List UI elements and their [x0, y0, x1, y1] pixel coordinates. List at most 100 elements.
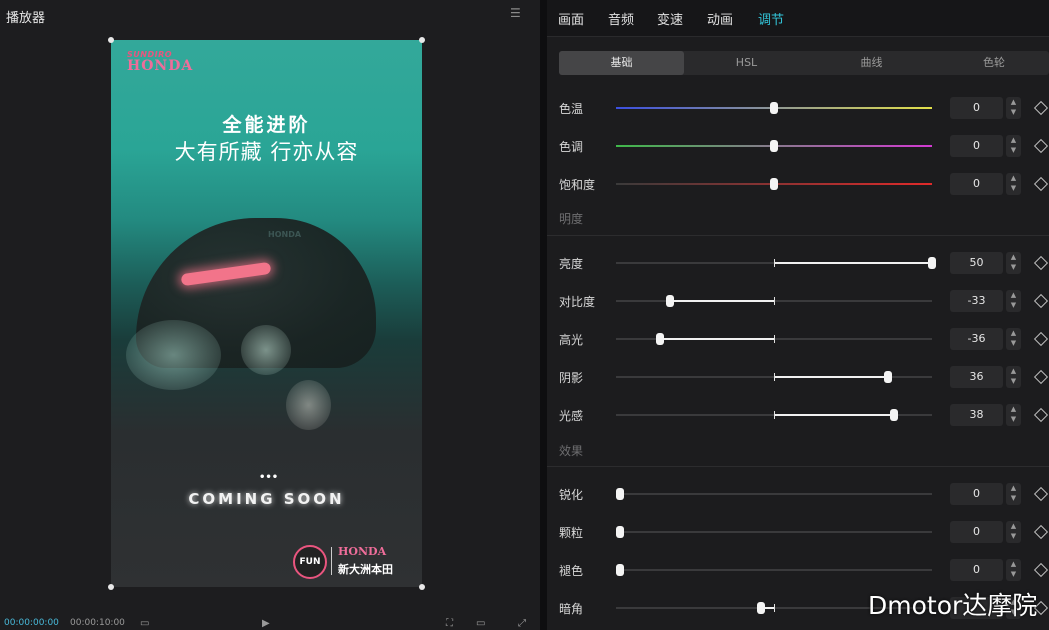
fullscreen-icon[interactable]: ⤢ — [518, 618, 526, 629]
resize-handle[interactable] — [108, 584, 114, 590]
value-input[interactable]: 0 — [950, 521, 1003, 543]
stepper-icon[interactable]: ▲ ▼ — [1006, 173, 1021, 195]
stepper-icon[interactable]: ▲ ▼ — [1006, 521, 1021, 543]
player-title: 播放器 — [6, 11, 46, 26]
adjust-label: 对比度 — [559, 295, 596, 309]
keyframe-diamond-icon[interactable] — [1033, 293, 1049, 309]
keyframe-diamond-icon[interactable] — [1033, 100, 1049, 116]
keyframe-diamond-icon[interactable] — [1033, 138, 1049, 154]
adjust-label: 饱和度 — [559, 178, 596, 192]
slider-center-tick — [774, 411, 775, 419]
section-divider — [547, 235, 1049, 236]
slider-knob[interactable] — [890, 409, 899, 421]
tab-adjust[interactable]: 调节 — [758, 9, 784, 28]
crop-icon[interactable]: ⛶ — [446, 618, 453, 629]
slider-fill — [774, 262, 932, 264]
slider-center-tick — [774, 373, 775, 381]
keyframe-diamond-icon[interactable] — [1033, 407, 1049, 423]
slider-center-tick — [774, 335, 775, 343]
slider-knob[interactable] — [665, 295, 674, 307]
value-input[interactable]: 0 — [950, 173, 1003, 195]
subtab-color-wheel[interactable]: 色轮 — [934, 51, 1049, 75]
keyframe-diamond-icon[interactable] — [1033, 369, 1049, 385]
highlight-glow — [286, 380, 331, 430]
slider-track[interactable] — [616, 569, 932, 571]
total-time: 00:00:10:00 — [70, 618, 125, 628]
value-input[interactable]: 50 — [950, 252, 1003, 274]
slider-knob[interactable] — [883, 371, 892, 383]
panel-divider[interactable] — [540, 0, 547, 630]
play-icon[interactable]: ▶ — [262, 618, 270, 629]
keyframe-diamond-icon[interactable] — [1033, 331, 1049, 347]
adjust-label: 色调 — [559, 140, 584, 154]
value-input[interactable]: 0 — [950, 483, 1003, 505]
resize-handle[interactable] — [419, 584, 425, 590]
slider-knob[interactable] — [770, 178, 778, 190]
keyframe-diamond-icon[interactable] — [1033, 176, 1049, 192]
stepper-icon[interactable]: ▲ ▼ — [1006, 559, 1021, 581]
value-input[interactable]: 0 — [950, 559, 1003, 581]
stepper-icon[interactable]: ▲ ▼ — [1006, 135, 1021, 157]
stepper-icon[interactable]: ▲ ▼ — [1006, 97, 1021, 119]
brand-chinese-name: 新大洲本田 — [338, 563, 393, 576]
value-input[interactable]: 36 — [950, 366, 1003, 388]
slider-knob[interactable] — [616, 526, 624, 538]
tab-picture[interactable]: 画面 — [558, 9, 584, 28]
resize-handle[interactable] — [419, 37, 425, 43]
top-tabs: 画面 音频 变速 动画 调节 — [547, 0, 1049, 37]
slider-knob[interactable] — [770, 140, 778, 152]
poster-dots: ••• — [259, 472, 279, 483]
slider-center-tick — [774, 604, 775, 612]
value-input[interactable]: 38 — [950, 404, 1003, 426]
value-input[interactable]: -36 — [950, 328, 1003, 350]
timeline-icon[interactable]: ▭ — [140, 618, 149, 629]
slider-knob[interactable] — [656, 333, 665, 345]
brand-honda: HONDA — [127, 58, 194, 74]
section-brightness: 明度 — [559, 212, 584, 226]
menu-icon[interactable]: ☰ — [510, 7, 523, 19]
adjust-label: 颗粒 — [559, 526, 584, 540]
slider-knob[interactable] — [928, 257, 936, 269]
adjust-label: 暗角 — [559, 602, 584, 616]
adjust-label: 高光 — [559, 333, 584, 347]
adjust-label: 褪色 — [559, 564, 584, 578]
slider-fill — [669, 300, 774, 302]
watermark: Dmotor达摩院 — [868, 591, 1038, 620]
keyframe-diamond-icon[interactable] — [1033, 562, 1049, 578]
adjust-panel: 画面 音频 变速 动画 调节 基础 HSL 曲线 色轮 色温 0 ▲ ▼ 色调 0 ▲ ▼ 饱和… — [547, 0, 1049, 630]
tab-speed[interactable]: 变速 — [657, 9, 683, 28]
brand-honda-bottom: HONDA — [338, 545, 387, 558]
stepper-icon[interactable]: ▲ ▼ — [1006, 483, 1021, 505]
subtab-curves[interactable]: 曲线 — [809, 51, 934, 75]
adjust-label: 光感 — [559, 409, 584, 423]
subtab-hsl[interactable]: HSL — [684, 51, 809, 75]
keyframe-diamond-icon[interactable] — [1033, 255, 1049, 271]
highlight-glow — [126, 320, 221, 390]
tab-animation[interactable]: 动画 — [707, 9, 733, 28]
slider-knob[interactable] — [616, 488, 624, 500]
value-input[interactable]: 0 — [950, 97, 1003, 119]
slider-track[interactable] — [616, 531, 932, 533]
stepper-icon[interactable]: ▲ ▼ — [1006, 328, 1021, 350]
slider-fill — [774, 376, 888, 378]
bike-logo: HONDA — [268, 230, 302, 239]
value-input[interactable]: -33 — [950, 290, 1003, 312]
slider-knob[interactable] — [757, 602, 766, 614]
slider-center-tick — [774, 297, 775, 305]
subtab-basic[interactable]: 基础 — [559, 51, 684, 75]
resize-handle[interactable] — [108, 37, 114, 43]
value-input[interactable]: 0 — [950, 135, 1003, 157]
slider-knob[interactable] — [770, 102, 778, 114]
slider-knob[interactable] — [616, 564, 624, 576]
keyframe-diamond-icon[interactable] — [1033, 486, 1049, 502]
stepper-icon[interactable]: ▲ ▼ — [1006, 252, 1021, 274]
adjust-label: 亮度 — [559, 257, 584, 271]
stepper-icon[interactable]: ▲ ▼ — [1006, 366, 1021, 388]
slider-track[interactable] — [616, 493, 932, 495]
video-preview[interactable]: SUNDIRO HONDA 全能进阶 大有所藏 行亦从容 HONDA ••• C… — [111, 40, 422, 587]
ratio-icon[interactable]: ▭ — [476, 618, 485, 629]
stepper-icon[interactable]: ▲ ▼ — [1006, 404, 1021, 426]
keyframe-diamond-icon[interactable] — [1033, 524, 1049, 540]
tab-audio[interactable]: 音频 — [608, 9, 634, 28]
stepper-icon[interactable]: ▲ ▼ — [1006, 290, 1021, 312]
